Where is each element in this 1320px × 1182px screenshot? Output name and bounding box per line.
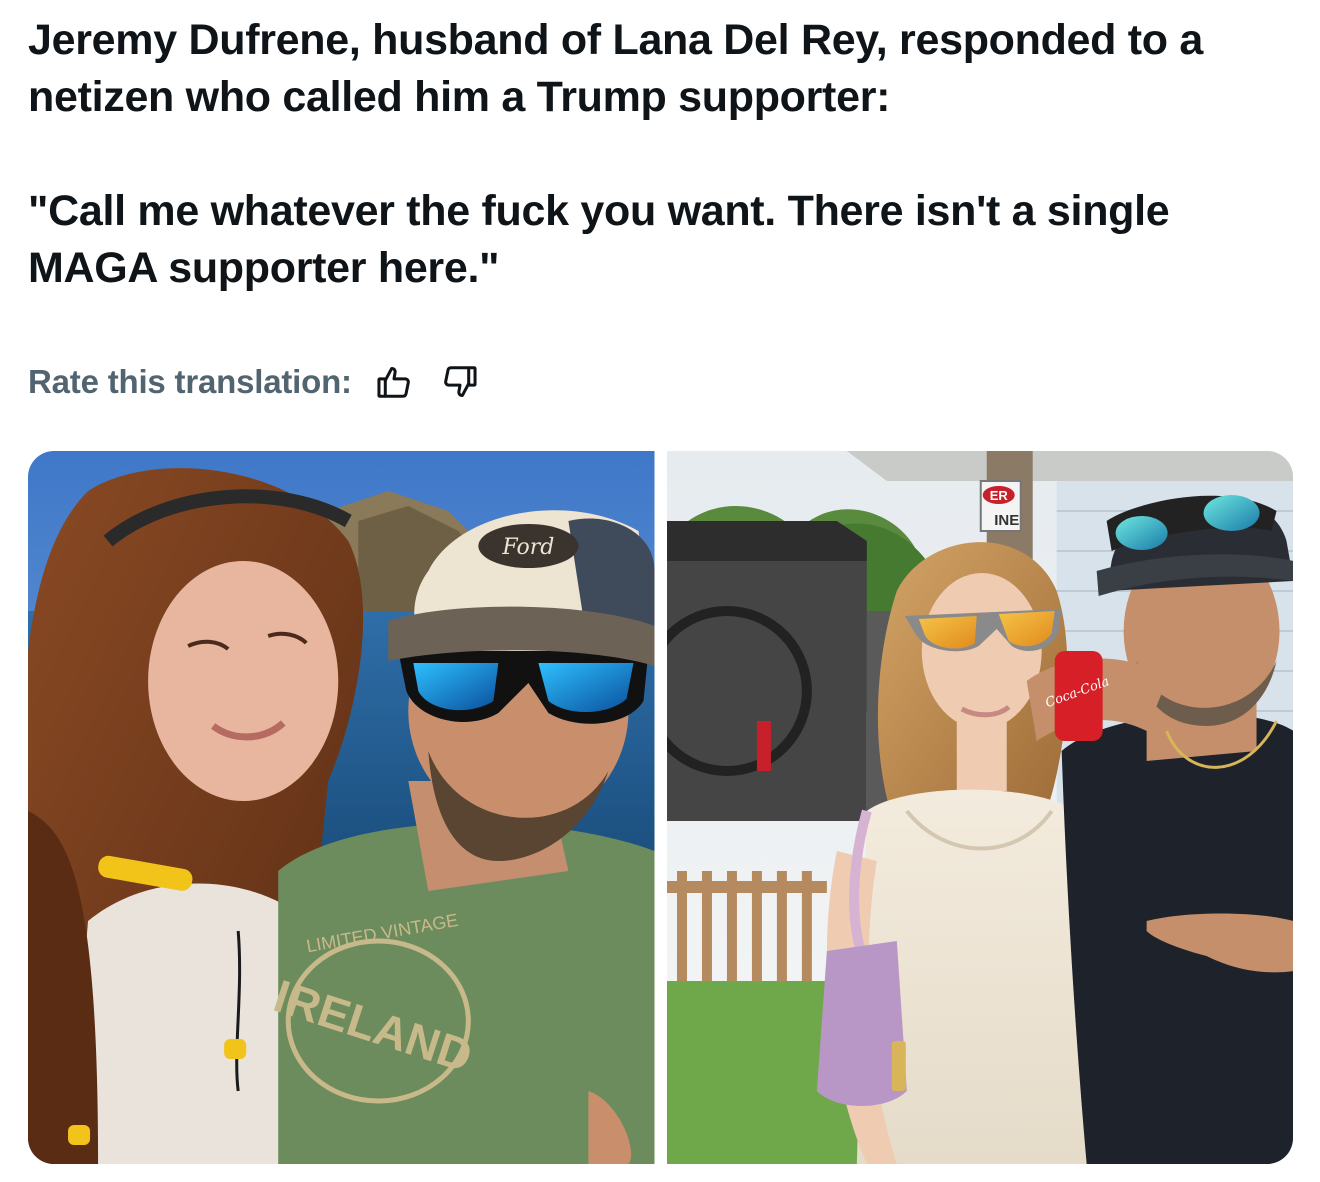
thumbs-down-button[interactable]	[436, 358, 484, 406]
photo-standing-outdoors[interactable]: ER INE Coca-Cola	[666, 451, 1293, 1164]
cap-logo-text: Ford	[501, 535, 554, 560]
post-line-1: Jeremy Dufrene, husband of Lana Del Rey,…	[28, 16, 1215, 121]
post-line-2: "Call me whatever the fuck you want. The…	[28, 187, 1182, 292]
rate-translation-label: Rate this translation:	[28, 363, 352, 400]
thumbs-down-icon	[443, 366, 477, 397]
thumbs-up-button[interactable]	[370, 358, 418, 406]
photo-selfie-lake-image: LIMITED VINTAGE IRELAND Ford	[28, 451, 655, 1164]
sign-text-1: ER	[989, 488, 1008, 503]
thumbs-up-icon	[377, 367, 410, 398]
post-text: Jeremy Dufrene, husband of Lana Del Rey,…	[28, 12, 1298, 297]
photo-standing-outdoors-image: ER INE Coca-Cola	[666, 451, 1293, 1164]
media-grid: LIMITED VINTAGE IRELAND Ford ER INE Coca…	[28, 451, 1293, 1164]
sign-text-2: INE	[994, 512, 1019, 529]
photo-selfie-lake[interactable]: LIMITED VINTAGE IRELAND Ford	[28, 451, 655, 1164]
rate-translation-row: Rate this translation:	[28, 358, 484, 406]
